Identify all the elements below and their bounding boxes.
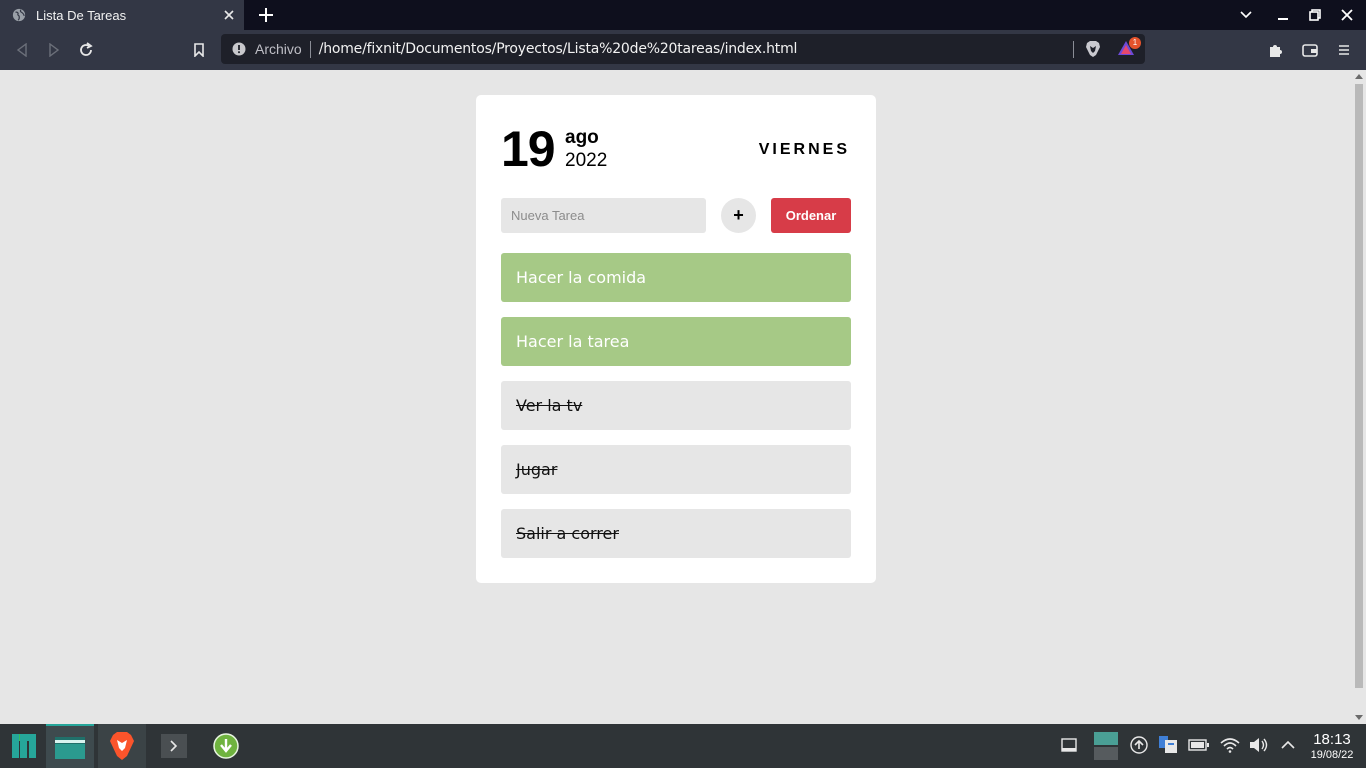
forward-button[interactable] [40, 36, 68, 64]
tab-active[interactable]: Lista De Tareas [0, 0, 244, 30]
workspace-pager-icon[interactable] [1094, 732, 1118, 760]
minimize-button[interactable] [1266, 0, 1300, 30]
date-year: 2022 [565, 150, 608, 171]
close-window-button[interactable] [1330, 0, 1364, 30]
show-desktop-icon[interactable] [1058, 734, 1080, 756]
clock-date: 19/08/22 [1310, 749, 1354, 761]
scroll-down-arrow-icon[interactable] [1355, 715, 1363, 720]
update-arrow-icon[interactable] [1128, 734, 1150, 756]
tab-title: Lista De Tareas [36, 7, 127, 23]
rewards-badge: 1 [1129, 37, 1141, 49]
date-day: 19 [501, 121, 556, 177]
url-text[interactable]: /home/fixnit/Documentos/Proyectos/Lista%… [319, 41, 798, 57]
scroll-thumb[interactable] [1355, 84, 1363, 688]
date-month: ago [565, 127, 599, 148]
tab-close-icon[interactable] [214, 0, 244, 30]
brave-browser-icon[interactable] [98, 724, 146, 768]
system-clock[interactable]: 18:13 19/08/22 [1300, 731, 1364, 762]
browser-toolbar: Archivo /home/fixnit/Documentos/Proyecto… [0, 30, 1366, 70]
battery-icon[interactable] [1188, 734, 1210, 756]
clock-time: 18:13 [1313, 731, 1351, 748]
url-scheme-label: Archivo [255, 41, 302, 57]
bookmark-icon[interactable] [185, 36, 213, 64]
maximize-button[interactable] [1298, 0, 1332, 30]
os-taskbar: 18:13 19/08/22 [0, 724, 1366, 768]
tab-search-chevron-icon[interactable] [1229, 0, 1263, 30]
tab-strip: Lista De Tareas [0, 0, 1366, 30]
task-item[interactable]: Hacer la comida [501, 253, 851, 302]
download-manager-icon[interactable] [202, 724, 250, 768]
add-task-button[interactable]: + [721, 198, 756, 233]
task-item[interactable]: Hacer la tarea [501, 317, 851, 366]
back-button[interactable] [8, 36, 36, 64]
reload-button[interactable] [72, 36, 100, 64]
url-divider-right [1073, 41, 1074, 58]
scroll-up-arrow-icon[interactable] [1355, 74, 1363, 79]
page-scrollbar[interactable] [1352, 70, 1366, 724]
address-bar[interactable]: Archivo /home/fixnit/Documentos/Proyecto… [221, 34, 1145, 64]
tray-expand-chevron-icon[interactable] [1277, 734, 1299, 756]
new-task-input[interactable] [501, 198, 706, 233]
globe-icon [12, 8, 26, 22]
wallet-icon[interactable] [1296, 36, 1324, 64]
terminal-icon[interactable] [150, 724, 198, 768]
brave-shield-icon[interactable] [1084, 40, 1102, 58]
url-divider [309, 40, 311, 58]
clipboard-icon[interactable] [1158, 734, 1180, 756]
task-item[interactable]: Jugar [501, 445, 851, 494]
task-item[interactable]: Salir a correr [501, 509, 851, 558]
order-button[interactable]: Ordenar [771, 198, 851, 233]
todo-card: 19 ago 2022 VIERNES + Ordenar Hacer la c… [476, 95, 876, 583]
menu-icon[interactable] [1330, 36, 1358, 64]
file-manager-icon[interactable] [46, 724, 94, 768]
extensions-puzzle-icon[interactable] [1262, 36, 1290, 64]
task-item[interactable]: Ver la tv [501, 381, 851, 430]
brave-rewards-icon[interactable]: 1 [1117, 37, 1141, 58]
page-viewport: 19 ago 2022 VIERNES + Ordenar Hacer la c… [0, 70, 1352, 724]
info-icon[interactable] [232, 42, 246, 56]
wifi-icon[interactable] [1219, 734, 1241, 756]
date-weekday: VIERNES [758, 141, 850, 158]
volume-icon[interactable] [1248, 734, 1270, 756]
manjaro-menu-icon[interactable] [0, 724, 48, 768]
new-tab-button[interactable] [254, 3, 278, 27]
